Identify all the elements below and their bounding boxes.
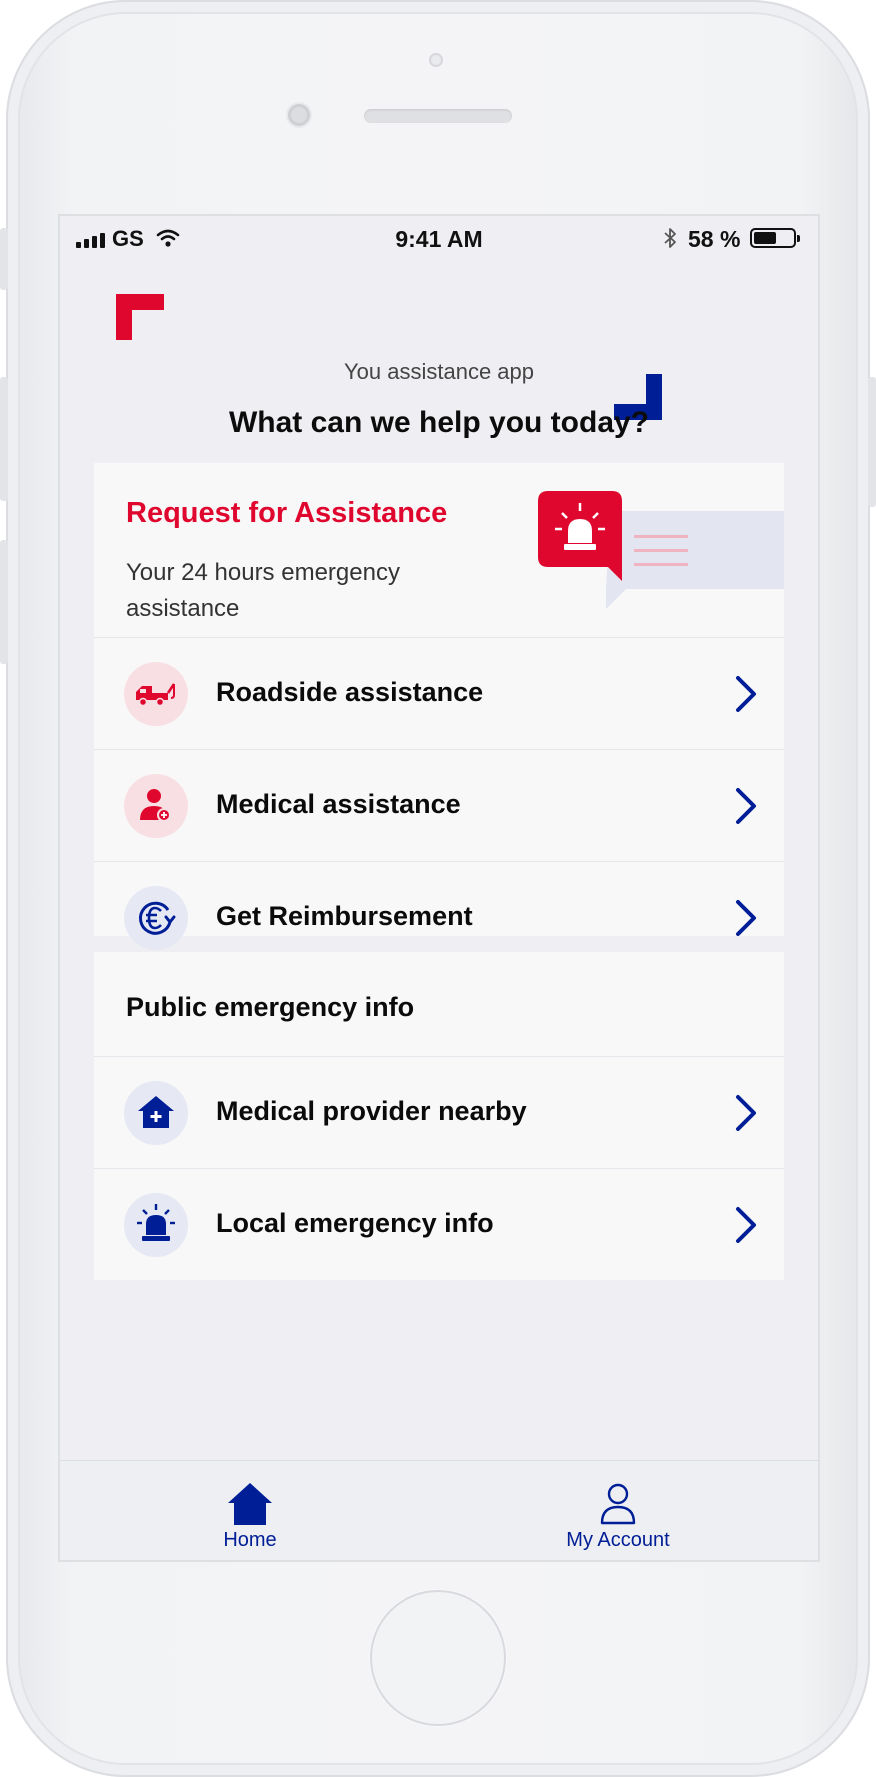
brand-corner-red-icon (116, 294, 164, 340)
hospital-icon (124, 1081, 188, 1145)
proximity-sensor (288, 104, 310, 126)
tab-my-account[interactable]: My Account (518, 1461, 718, 1560)
home-icon (228, 1483, 272, 1525)
medical-provider-nearby-item[interactable]: Medical provider nearby (94, 1056, 784, 1169)
get-reimbursement-label: Get Reimbursement (216, 901, 473, 931)
chevron-right-icon (736, 1095, 756, 1131)
app-screen: GS 9:41 AM 58 % You assistance app What … (60, 216, 818, 1560)
page-title: What can we help you today? (228, 406, 650, 439)
power-button (868, 377, 876, 507)
siren-icon (124, 1193, 188, 1257)
volume-down-button (0, 540, 8, 664)
bluetooth-icon (664, 228, 676, 248)
emergency-chat-illustration-icon (538, 491, 784, 609)
app-subtitle: You assistance app (344, 359, 534, 384)
tab-bar: Home My Account (60, 1460, 818, 1560)
earpiece-speaker (364, 109, 512, 123)
medical-assistance-label: Medical assistance (216, 789, 461, 819)
person-icon (600, 1483, 636, 1525)
chevron-right-icon (736, 788, 756, 824)
local-emergency-info-label: Local emergency info (216, 1208, 494, 1238)
roadside-assistance-item[interactable]: Roadside assistance (94, 637, 784, 750)
tab-home-label: Home (223, 1529, 277, 1551)
home-hardware-button[interactable] (370, 1590, 506, 1726)
chevron-right-icon (736, 900, 756, 936)
chevron-right-icon (736, 676, 756, 712)
euro-refund-icon (124, 886, 188, 950)
public-emergency-card: Public emergency info Medical provider n… (94, 952, 784, 1280)
public-card-title: Public emergency info (126, 992, 415, 1022)
status-bar: GS 9:41 AM 58 % (60, 216, 818, 262)
tow-truck-icon (124, 662, 188, 726)
chevron-right-icon (736, 1207, 756, 1243)
tab-my-account-label: My Account (566, 1529, 670, 1551)
volume-up-button (0, 377, 8, 501)
request-card-description: Your 24 hours emergency assistance (126, 559, 400, 622)
request-card-title: Request for Assistance (126, 497, 448, 529)
front-camera (429, 53, 443, 67)
request-assistance-card: Request for Assistance Your 24 hours eme… (94, 463, 784, 950)
tab-home[interactable]: Home (150, 1461, 350, 1560)
medical-person-icon (124, 774, 188, 838)
battery-icon (750, 228, 800, 248)
mute-switch (0, 228, 8, 290)
battery-percentage: 58 % (688, 226, 741, 252)
roadside-assistance-label: Roadside assistance (216, 677, 484, 707)
local-emergency-info-item[interactable]: Local emergency info (94, 1168, 784, 1281)
medical-provider-nearby-label: Medical provider nearby (216, 1096, 527, 1126)
medical-assistance-item[interactable]: Medical assistance (94, 749, 784, 862)
